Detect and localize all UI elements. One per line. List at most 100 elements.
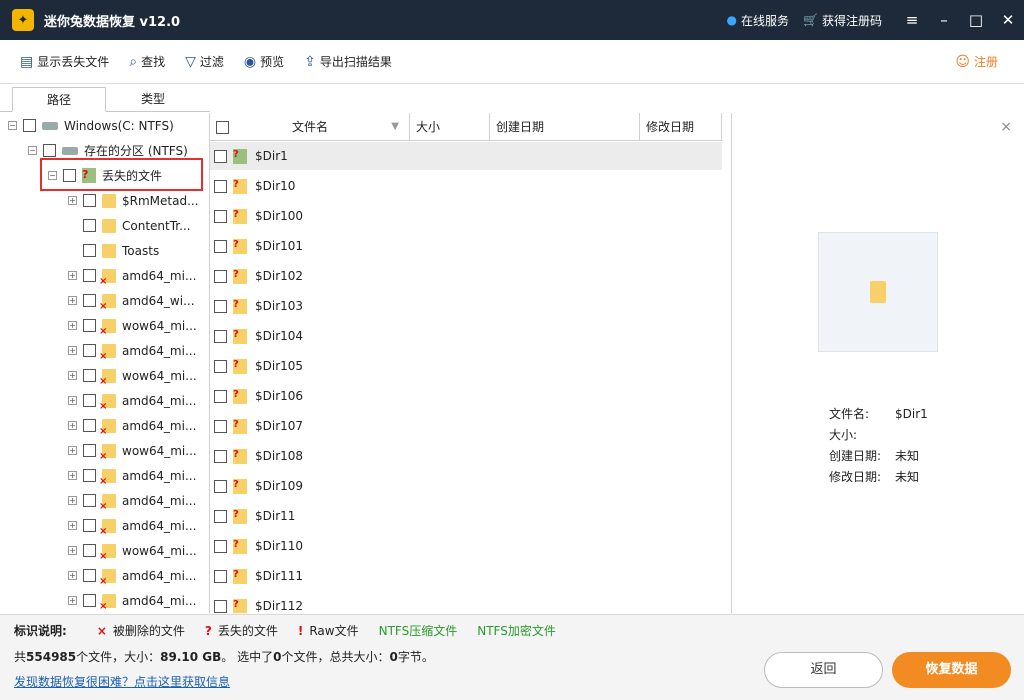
minimize-button[interactable]: – — [928, 0, 960, 40]
file-checkbox[interactable] — [214, 449, 227, 463]
expand-icon[interactable]: + — [68, 446, 77, 455]
expand-icon[interactable]: + — [68, 546, 77, 555]
register-button[interactable]: ☺ 注册 — [955, 53, 998, 70]
file-row[interactable]: ? $Dir103 — [210, 292, 722, 320]
file-checkbox[interactable] — [214, 419, 227, 433]
tree-checkbox[interactable] — [83, 344, 96, 357]
file-checkbox[interactable] — [214, 479, 227, 493]
tree-item[interactable]: ContentTr... — [68, 213, 191, 238]
tree-item[interactable]: + × amd64_mi... — [68, 563, 196, 588]
file-row[interactable]: ? $Dir109 — [210, 472, 722, 500]
back-button[interactable]: 返回 — [764, 652, 883, 688]
collapse-icon[interactable]: − — [28, 146, 37, 155]
export-button[interactable]: ⇪ 导出扫描结果 — [304, 53, 392, 70]
tree-item[interactable]: + × amd64_mi... — [68, 588, 196, 613]
tree-checkbox[interactable] — [83, 569, 96, 582]
file-row[interactable]: ? $Dir106 — [210, 382, 722, 410]
expand-icon[interactable]: + — [68, 421, 77, 430]
file-row[interactable]: ? $Dir107 — [210, 412, 722, 440]
tree-item[interactable]: + × wow64_mi... — [68, 438, 197, 463]
expand-icon[interactable]: + — [68, 496, 77, 505]
tree-item[interactable]: + $RmMetad... — [68, 188, 199, 213]
expand-icon[interactable]: + — [68, 346, 77, 355]
tree-checkbox[interactable] — [83, 219, 96, 232]
expand-icon[interactable]: + — [68, 271, 77, 280]
show-lost-button[interactable]: ▤ 显示丢失文件 — [20, 53, 109, 70]
expand-icon[interactable]: + — [68, 321, 77, 330]
expand-icon[interactable]: + — [68, 371, 77, 380]
file-checkbox[interactable] — [214, 149, 227, 163]
tree-item[interactable]: + × wow64_mi... — [68, 538, 197, 563]
tree-checkbox[interactable] — [83, 419, 96, 432]
filter-button[interactable]: ▽ 过滤 — [185, 53, 224, 70]
column-name[interactable]: 文件名 ▼ — [286, 113, 410, 141]
file-row[interactable]: ? $Dir11 — [210, 502, 722, 530]
tree-checkbox[interactable] — [83, 294, 96, 307]
expand-icon[interactable]: + — [68, 396, 77, 405]
file-checkbox[interactable] — [214, 239, 227, 253]
file-checkbox[interactable] — [214, 539, 227, 553]
file-checkbox[interactable] — [214, 389, 227, 403]
file-row[interactable]: ? $Dir111 — [210, 562, 722, 590]
tree-checkbox[interactable] — [83, 519, 96, 532]
expand-icon[interactable]: + — [68, 521, 77, 530]
tree-checkbox[interactable] — [83, 444, 96, 457]
file-row[interactable]: ? $Dir105 — [210, 352, 722, 380]
tree-checkbox[interactable] — [83, 244, 96, 257]
tree-checkbox[interactable] — [23, 119, 36, 132]
file-row[interactable]: ? $Dir112 — [210, 592, 722, 613]
file-checkbox[interactable] — [214, 269, 227, 283]
tree-node-root[interactable]: − Windows(C: NTFS) — [8, 113, 174, 138]
expand-icon[interactable]: + — [68, 471, 77, 480]
select-all-column[interactable] — [210, 113, 286, 141]
column-modified[interactable]: 修改日期 — [640, 113, 722, 141]
tree-checkbox[interactable] — [83, 269, 96, 282]
file-checkbox[interactable] — [214, 209, 227, 223]
get-code-link[interactable]: 🛒 获得注册码 — [803, 12, 882, 29]
expand-icon[interactable]: + — [68, 196, 77, 205]
file-checkbox[interactable] — [214, 329, 227, 343]
tree-checkbox[interactable] — [83, 369, 96, 382]
tree-item[interactable]: + × amd64_mi... — [68, 263, 196, 288]
preview-button[interactable]: ◉ 预览 — [244, 53, 284, 70]
column-created[interactable]: 创建日期 — [490, 113, 640, 141]
tree-item[interactable]: Toasts — [68, 238, 159, 263]
select-all-checkbox[interactable] — [216, 120, 229, 134]
recover-button[interactable]: 恢复数据 — [892, 652, 1011, 688]
tree-item[interactable]: + × amd64_mi... — [68, 338, 196, 363]
tree-checkbox[interactable] — [83, 319, 96, 332]
file-row[interactable]: ? $Dir104 — [210, 322, 722, 350]
tree-checkbox[interactable] — [83, 544, 96, 557]
file-row[interactable]: ? $Dir101 — [210, 232, 722, 260]
tree-checkbox[interactable] — [83, 194, 96, 207]
collapse-icon[interactable]: − — [8, 121, 17, 130]
file-row[interactable]: ? $Dir10 — [210, 172, 722, 200]
menu-button[interactable]: ≡ — [896, 0, 928, 40]
file-checkbox[interactable] — [214, 599, 227, 613]
tree-checkbox[interactable] — [83, 594, 96, 607]
column-size[interactable]: 大小 — [410, 113, 490, 141]
file-row[interactable]: ? $Dir102 — [210, 262, 722, 290]
tree-item[interactable]: + × amd64_mi... — [68, 413, 196, 438]
file-row[interactable]: ? $Dir1 — [210, 142, 722, 170]
help-link[interactable]: 发现数据恢复很困难？点击这里获取信息 — [14, 673, 230, 690]
close-button[interactable]: ✕ — [992, 0, 1024, 40]
file-checkbox[interactable] — [214, 299, 227, 313]
tree-checkbox[interactable] — [83, 394, 96, 407]
find-button[interactable]: ⌕ 查找 — [129, 53, 165, 70]
tree-checkbox[interactable] — [83, 469, 96, 482]
file-list[interactable]: 文件名 ▼ 大小 创建日期 修改日期 ? $Dir1 ? $Dir10 ? $Dir1… — [210, 113, 730, 613]
file-row[interactable]: ? $Dir110 — [210, 532, 722, 560]
tree-checkbox[interactable] — [83, 494, 96, 507]
tree-item[interactable]: + × amd64_mi... — [68, 463, 196, 488]
tab-type[interactable]: 类型 — [106, 87, 200, 112]
tree-item[interactable]: + × wow64_mi... — [68, 313, 197, 338]
maximize-button[interactable]: □ — [960, 0, 992, 40]
file-checkbox[interactable] — [214, 569, 227, 583]
tree-item[interactable]: + × amd64_mi... — [68, 513, 196, 538]
file-checkbox[interactable] — [214, 359, 227, 373]
file-checkbox[interactable] — [214, 179, 227, 193]
preview-close-icon[interactable]: × — [1000, 119, 1012, 135]
expand-icon[interactable]: + — [68, 571, 77, 580]
expand-icon[interactable]: + — [68, 296, 77, 305]
